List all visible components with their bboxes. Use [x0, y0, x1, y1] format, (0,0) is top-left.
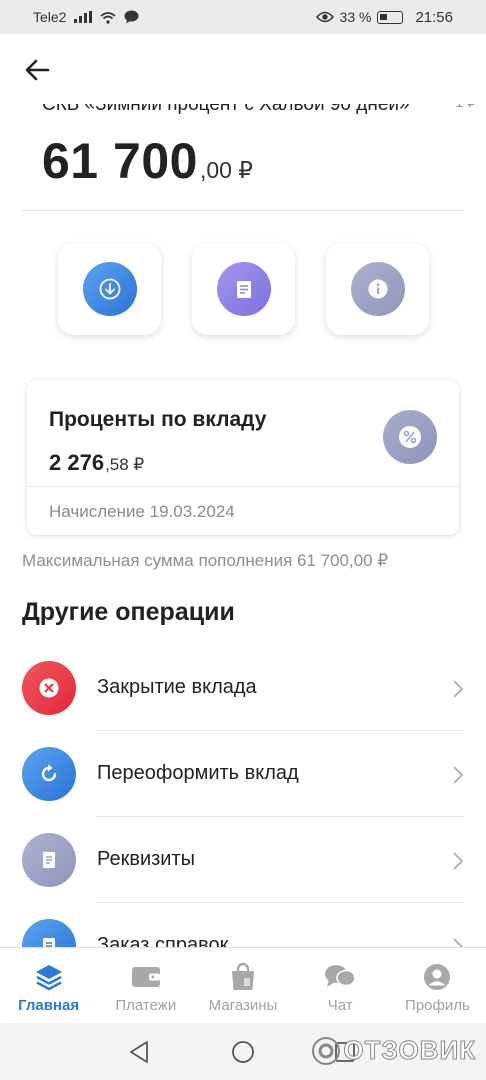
interest-card[interactable]: Проценты по вкладу 2 276 ,58 ₽ Начислени…	[27, 380, 459, 535]
chevron-right-icon	[453, 680, 464, 698]
clock: 21:56	[415, 8, 453, 26]
nav-profile[interactable]: Профиль	[389, 948, 486, 1023]
top-app-bar	[0, 34, 486, 104]
document-icon	[216, 262, 271, 316]
eye-icon	[315, 11, 334, 23]
percent-icon	[383, 410, 437, 464]
divider	[27, 486, 459, 487]
shopping-bag-icon	[227, 962, 259, 992]
carrier-name: Tele2	[33, 9, 67, 25]
system-navigation-bar: ОТЗОВИК	[0, 1023, 486, 1080]
nav-shops[interactable]: Магазины	[194, 948, 291, 1023]
nav-label: Магазины	[208, 997, 278, 1014]
interest-amount: 2 276 ,58 ₽	[49, 450, 144, 476]
interest-integer: 2 276	[49, 450, 105, 475]
back-arrow-icon[interactable]	[22, 56, 54, 84]
bottom-navigation: Главная Платежи Магазины Чат Профиль	[0, 947, 486, 1023]
info-button[interactable]	[326, 243, 429, 335]
other-operations-heading: Другие операции	[22, 598, 235, 626]
info-icon	[350, 262, 405, 316]
refresh-icon	[22, 747, 76, 801]
quick-actions	[58, 243, 429, 335]
chevron-right-icon	[453, 852, 464, 870]
operation-label: Закрытие вклада	[97, 676, 257, 698]
wallet-icon	[130, 962, 162, 992]
message-icon	[124, 10, 139, 24]
nav-label: Профиль	[405, 997, 470, 1014]
signal-icon	[74, 11, 93, 23]
nav-label: Чат	[327, 997, 353, 1014]
chat-icon	[324, 962, 356, 992]
close-icon	[22, 661, 76, 715]
divider	[22, 210, 464, 211]
operation-label: Переоформить вклад	[97, 762, 299, 784]
profile-icon	[421, 962, 453, 992]
watermark-logo: ОТЗОВИК	[311, 1035, 476, 1066]
balance-integer: 61 700	[42, 133, 198, 189]
download-icon	[82, 262, 137, 316]
requisites-icon	[22, 833, 76, 887]
wifi-icon	[100, 11, 116, 24]
operation-label: Реквизиты	[97, 848, 196, 870]
home-circle-icon[interactable]	[231, 1040, 255, 1064]
back-triangle-icon[interactable]	[128, 1040, 150, 1064]
accrual-date: Начисление 19.03.2024	[49, 502, 235, 521]
nav-label: Платежи	[115, 997, 177, 1014]
battery-icon	[377, 10, 404, 24]
nav-payments[interactable]: Платежи	[97, 948, 194, 1023]
statement-button[interactable]	[192, 243, 295, 335]
deposit-balance: 61 700 ,00 ₽	[42, 132, 253, 190]
status-bar: Tele2 33 % 21:56	[0, 0, 486, 34]
operation-requisites[interactable]: Реквизиты	[0, 817, 486, 903]
topup-button[interactable]	[58, 243, 161, 335]
watermark-text: ОТЗОВИК	[343, 1035, 476, 1066]
chevron-right-icon	[453, 766, 464, 784]
watermark-emblem-icon	[312, 1036, 341, 1065]
battery-percent: 33 %	[339, 9, 372, 25]
max-topup-text: Максимальная сумма пополнения 61 700,00 …	[22, 551, 389, 570]
nav-home[interactable]: Главная	[0, 948, 97, 1023]
layers-icon	[33, 962, 65, 992]
balance-fraction: ,00 ₽	[199, 157, 253, 183]
interest-title: Проценты по вкладу	[49, 408, 267, 431]
interest-fraction: ,58 ₽	[105, 455, 145, 474]
nav-chat[interactable]: Чат	[292, 948, 389, 1023]
nav-label: Главная	[18, 997, 80, 1014]
operation-close-deposit[interactable]: Закрытие вклада	[0, 645, 486, 731]
operation-reissue-deposit[interactable]: Переоформить вклад	[0, 731, 486, 817]
